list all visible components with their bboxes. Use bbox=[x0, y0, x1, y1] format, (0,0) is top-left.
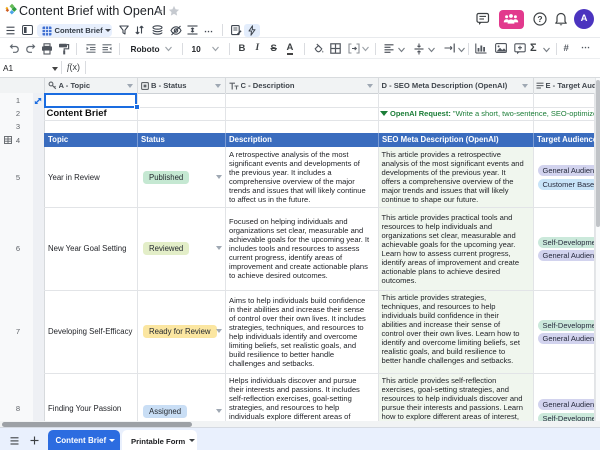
svg-text:?: ? bbox=[537, 14, 542, 24]
